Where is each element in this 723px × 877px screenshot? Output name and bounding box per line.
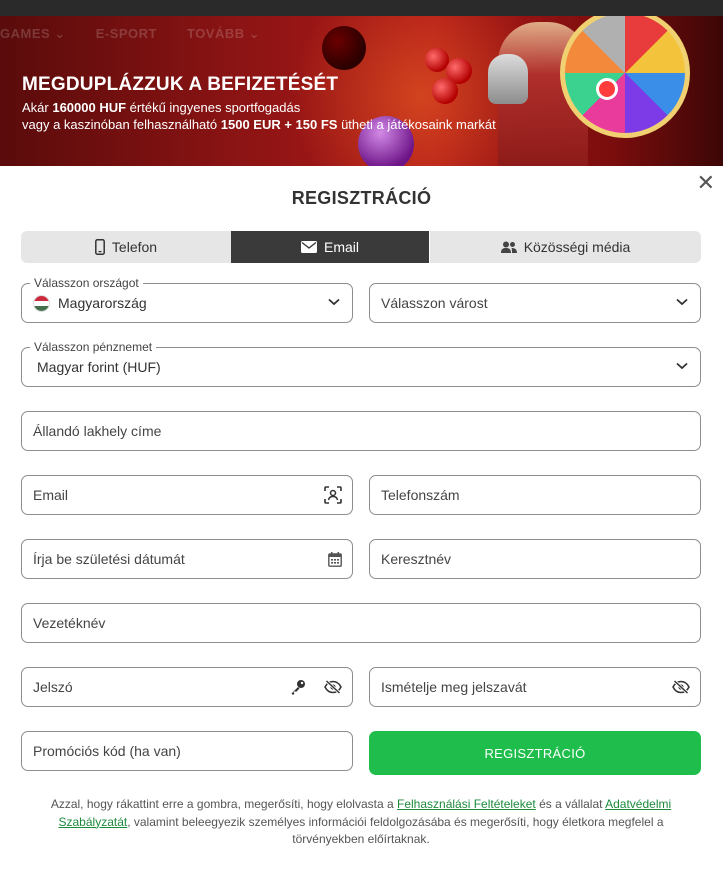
registration-modal: ✕ REGISZTRÁCIÓ Telefon Email Közösségi m… xyxy=(0,166,723,877)
address-placeholder: Állandó lakhely címe xyxy=(33,423,162,439)
email-placeholder: Email xyxy=(33,487,69,503)
phone-icon xyxy=(94,239,105,255)
top-bar xyxy=(0,0,723,16)
cherry-decoration xyxy=(322,26,366,70)
birthdate-placeholder: Írja be születési dátumát xyxy=(33,551,185,567)
key-icon[interactable] xyxy=(290,679,306,695)
email-input[interactable]: Email xyxy=(21,475,353,515)
birthdate-input[interactable]: Írja be születési dátumát xyxy=(21,539,353,579)
eye-slash-icon[interactable] xyxy=(672,680,690,694)
promo-banner: GAMES ⌄ E-SPORT TOVÁBB ⌄ MEGDUPLÁZZUK A … xyxy=(0,16,723,166)
password-repeat-input[interactable]: Ismételje meg jelszavát xyxy=(369,667,701,707)
currency-legend: Válasszon pénznemet xyxy=(30,340,157,354)
password-repeat-placeholder: Ismételje meg jelszavát xyxy=(381,679,527,695)
calendar-icon[interactable] xyxy=(328,551,342,567)
modal-title: REGISZTRÁCIÓ xyxy=(291,188,432,208)
phone-input[interactable]: Telefonszám xyxy=(369,475,701,515)
lastname-placeholder: Vezetéknév xyxy=(33,615,106,631)
promo-code-placeholder: Promóciós kód (ha van) xyxy=(33,743,181,759)
firstname-placeholder: Keresztnév xyxy=(381,551,452,567)
city-select[interactable]: Válasszon várost xyxy=(369,283,701,323)
firstname-input[interactable]: Keresztnév xyxy=(369,539,701,579)
users-icon xyxy=(500,241,517,253)
city-placeholder: Válasszon várost xyxy=(381,295,488,311)
trophy-image xyxy=(488,54,528,104)
country-legend: Válasszon országot xyxy=(30,276,143,290)
lastname-input[interactable]: Vezetéknév xyxy=(21,603,701,643)
country-value: Magyarország xyxy=(58,295,147,311)
hungary-flag-icon xyxy=(33,294,50,312)
chevron-down-icon xyxy=(676,362,688,370)
tab-phone[interactable]: Telefon xyxy=(21,231,231,263)
password-placeholder: Jelszó xyxy=(33,679,73,695)
banner-title: MEGDUPLÁZZUK A BEFIZETÉSÉT xyxy=(22,74,339,95)
tab-email[interactable]: Email xyxy=(231,231,429,263)
registration-method-tabs: Telefon Email Közösségi média xyxy=(21,231,701,263)
banner-subtitle-line2: vagy a kaszinóban felhasználható 1500 EU… xyxy=(22,117,496,132)
cherry-decoration xyxy=(432,78,458,104)
envelope-icon xyxy=(300,241,317,253)
terms-link[interactable]: Felhasználási Feltételeket xyxy=(397,797,536,811)
register-button[interactable]: REGISZTRÁCIÓ xyxy=(369,731,701,775)
banner-subtitle-line1: Akár 160000 HUF értékű ingyenes sportfog… xyxy=(22,100,301,115)
phone-placeholder: Telefonszám xyxy=(381,487,460,503)
currency-select[interactable]: Válasszon pénznemet Magyar forint (HUF) xyxy=(21,340,701,387)
country-select[interactable]: Válasszon országot Magyarország xyxy=(21,276,353,323)
currency-value: Magyar forint (HUF) xyxy=(37,359,161,375)
chevron-down-icon xyxy=(328,298,340,306)
promo-code-input[interactable]: Promóciós kód (ha van) xyxy=(21,731,353,771)
legal-notice: Azzal, hogy rákattint erre a gombra, meg… xyxy=(50,797,672,846)
chevron-down-icon xyxy=(676,298,688,306)
address-input[interactable]: Állandó lakhely címe xyxy=(21,411,701,451)
banner-ghost-nav: GAMES ⌄ E-SPORT TOVÁBB ⌄ xyxy=(0,26,261,41)
face-scan-icon[interactable] xyxy=(324,486,342,504)
eye-slash-icon[interactable] xyxy=(324,680,342,694)
jackpot-wheel-image xyxy=(560,16,690,138)
password-input[interactable]: Jelszó xyxy=(21,667,353,707)
tab-social-media[interactable]: Közösségi média xyxy=(429,231,701,263)
